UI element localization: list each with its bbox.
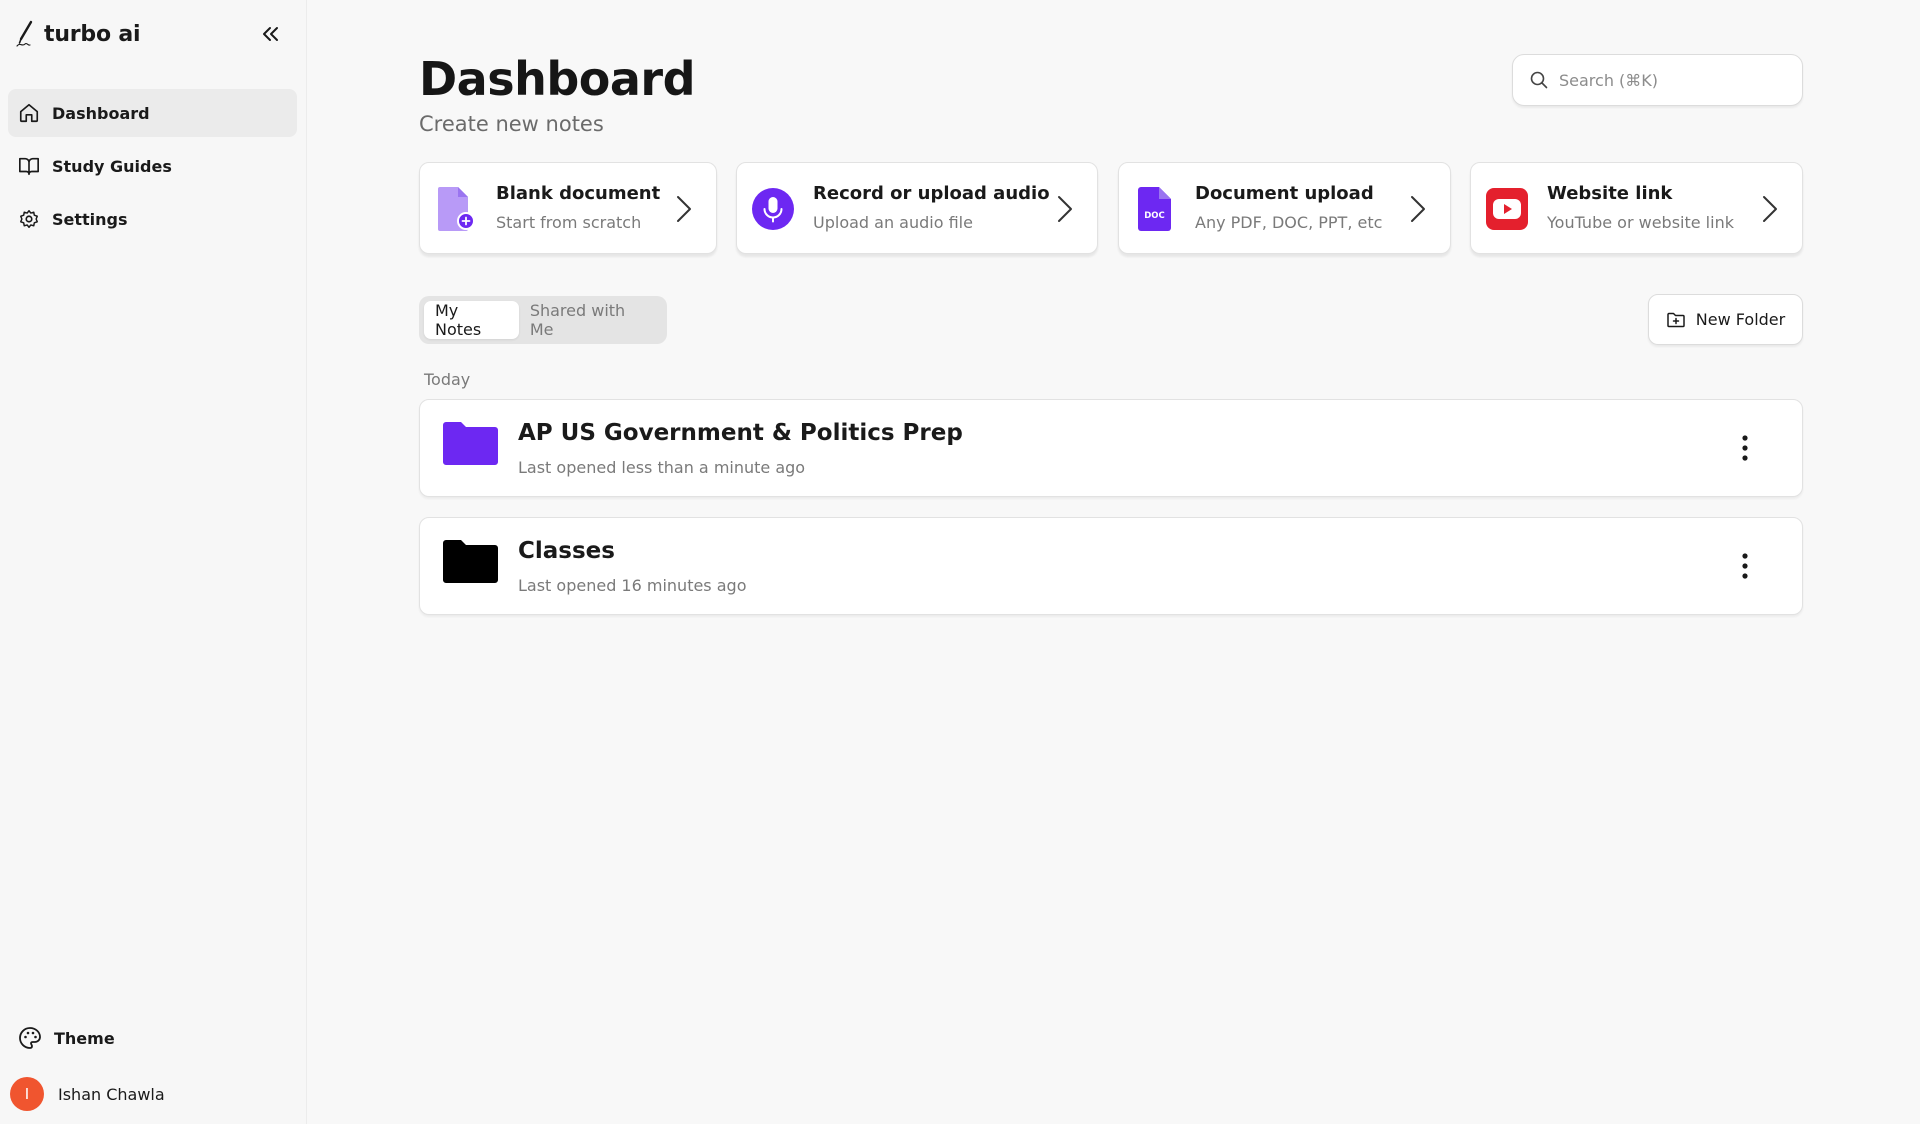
more-vertical-icon [1742,553,1748,579]
folder-row[interactable]: Classes Last opened 16 minutes ago [419,517,1803,615]
sidebar-nav: Dashboard Study Guides Settings [8,89,297,248]
new-folder-button[interactable]: New Folder [1648,294,1803,345]
sidebar: turbo ai Dashboard Study Guides Settings [0,0,307,1124]
folder-icon [443,422,498,465]
card-title: Document upload [1195,183,1374,204]
search-box[interactable] [1512,54,1803,106]
tab-shared-with-me[interactable]: Shared with Me [519,301,662,339]
card-title: Record or upload audio [813,183,1050,204]
sidebar-item-label: Settings [52,209,128,229]
folder-last-opened: Last opened less than a minute ago [518,458,806,477]
brand-name: turbo ai [44,21,141,47]
sidebar-item-study-guides[interactable]: Study Guides [8,142,297,190]
sidebar-item-label: Dashboard [52,103,150,123]
pen-logo-icon [16,20,33,47]
folder-row[interactable]: AP US Government & Politics Prep Last op… [419,399,1803,497]
card-title: Website link [1547,183,1673,204]
card-title: Blank document [496,183,661,204]
youtube-icon [1485,185,1529,233]
chevron-right-icon [1058,196,1072,222]
card-subtitle: Any PDF, DOC, PPT, etc [1195,213,1383,232]
collapse-sidebar-button[interactable] [254,20,286,48]
card-subtitle: YouTube or website link [1547,213,1734,232]
card-subtitle: Start from scratch [496,213,642,232]
more-options-button[interactable] [1730,430,1760,466]
page-title: Dashboard [419,52,696,106]
card-subtitle: Upload an audio file [813,213,973,232]
notes-tabs: My Notes Shared with Me [419,296,667,344]
doc-icon-label: DOC [1144,211,1165,221]
chevrons-left-icon [263,27,278,41]
palette-icon [19,1027,41,1049]
folder-last-opened: Last opened 16 minutes ago [518,576,747,595]
blank-document-icon [434,185,478,233]
create-card-blank-document[interactable]: Blank document Start from scratch [419,162,717,254]
page-subtitle: Create new notes [419,112,604,136]
folder-icon [443,540,498,583]
more-vertical-icon [1742,435,1748,461]
user-name: Ishan Chawla [58,1084,165,1104]
search-icon [1530,71,1548,89]
create-cards: Blank document Start from scratch Record… [419,162,1803,255]
search-input[interactable] [1559,70,1789,90]
create-card-website-link[interactable]: Website link YouTube or website link [1470,162,1803,254]
folder-title: AP US Government & Politics Prep [518,420,963,446]
chevron-right-icon [1411,196,1425,222]
theme-label: Theme [54,1028,115,1048]
more-options-button[interactable] [1730,548,1760,584]
new-folder-label: New Folder [1695,310,1786,329]
user-profile[interactable]: I Ishan Chawla [8,1072,297,1116]
sidebar-item-label: Study Guides [52,156,172,176]
gear-icon [20,210,38,228]
section-label-today: Today [424,370,471,389]
sidebar-item-dashboard[interactable]: Dashboard [8,89,297,137]
create-card-document-upload[interactable]: DOC Document upload Any PDF, DOC, PPT, e… [1118,162,1451,254]
sidebar-item-settings[interactable]: Settings [8,195,297,243]
chevron-right-icon [1763,196,1777,222]
chevron-right-icon [677,196,691,222]
doc-file-icon: DOC [1133,185,1177,233]
create-card-record-audio[interactable]: Record or upload audio Upload an audio f… [736,162,1098,254]
folder-title: Classes [518,538,615,564]
tab-my-notes[interactable]: My Notes [424,301,519,339]
home-icon [19,103,39,123]
avatar: I [10,1077,44,1111]
folder-plus-icon [1667,312,1685,327]
book-open-icon [19,157,39,176]
brand[interactable]: turbo ai [16,18,141,50]
microphone-icon [751,185,795,233]
theme-button[interactable]: Theme [8,1014,297,1062]
